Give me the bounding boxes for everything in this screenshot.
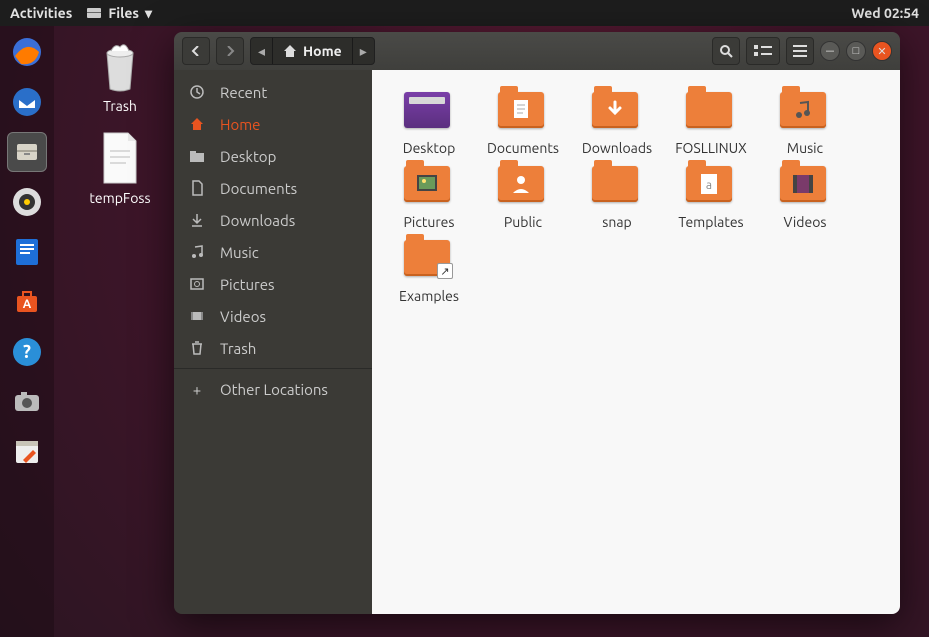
- top-panel: Activities Files ▾ Wed 02:54: [0, 0, 929, 26]
- folder-icon: [780, 166, 826, 202]
- vid-icon: [188, 308, 206, 324]
- titlebar[interactable]: ◂ Home ▸ － □ ✕: [174, 32, 900, 70]
- dock-screenshot[interactable]: [7, 382, 47, 422]
- sidebar-item-videos[interactable]: Videos: [174, 300, 372, 332]
- doc-icon: [188, 180, 206, 196]
- sidebar-item-downloads[interactable]: Downloads: [174, 204, 372, 236]
- dock-rhythmbox[interactable]: [7, 182, 47, 222]
- close-button[interactable]: ✕: [872, 41, 892, 61]
- folder-icon: a: [686, 166, 732, 202]
- dock-firefox[interactable]: [7, 32, 47, 72]
- search-button[interactable]: [712, 37, 740, 65]
- maximize-button[interactable]: □: [846, 41, 866, 61]
- dock-thunderbird[interactable]: [7, 82, 47, 122]
- dock-editor[interactable]: [7, 432, 47, 472]
- desktop-area: Trash tempFoss: [70, 38, 170, 206]
- folder-music[interactable]: Music: [758, 86, 852, 156]
- sidebar-item-home[interactable]: Home: [174, 108, 372, 140]
- folder-documents[interactable]: Documents: [476, 86, 570, 156]
- down-icon: [188, 212, 206, 228]
- path-bar[interactable]: ◂ Home ▸: [250, 37, 375, 65]
- sidebar-item-desktop[interactable]: Desktop: [174, 140, 372, 172]
- dock-help[interactable]: ?: [7, 332, 47, 372]
- clock[interactable]: Wed 02:54: [851, 5, 919, 21]
- path-prev-icon[interactable]: ◂: [251, 38, 272, 64]
- files-menu[interactable]: Files ▾: [86, 5, 152, 22]
- folder-templates[interactable]: aTemplates: [664, 160, 758, 230]
- shortcut-badge-icon: ↗: [437, 263, 453, 279]
- dock-writer[interactable]: [7, 232, 47, 272]
- path-home[interactable]: Home: [272, 38, 352, 64]
- folder-downloads[interactable]: Downloads: [570, 86, 664, 156]
- pic-icon: [188, 276, 206, 292]
- sidebar-item-trash[interactable]: Trash: [174, 332, 372, 364]
- svg-text:A: A: [23, 298, 32, 311]
- files-window: ◂ Home ▸ － □ ✕ RecentHomeDesktopDocument…: [174, 32, 900, 614]
- folder-fosllinux[interactable]: FOSLLINUX: [664, 86, 758, 156]
- folder-icon: [592, 92, 638, 128]
- drawer-icon: [86, 5, 102, 21]
- hamburger-menu-button[interactable]: [786, 37, 814, 65]
- path-next-icon[interactable]: ▸: [352, 38, 374, 64]
- folder-icon: [498, 92, 544, 128]
- folder-videos[interactable]: Videos: [758, 160, 852, 230]
- folder-icon: ↗: [404, 240, 450, 276]
- back-button[interactable]: [182, 37, 210, 65]
- desktop-folder-icon: [404, 92, 450, 128]
- svg-text:a: a: [706, 179, 712, 192]
- home-icon: [283, 44, 297, 58]
- folder-icon: [780, 92, 826, 128]
- folder-snap[interactable]: snap: [570, 160, 664, 230]
- clock-icon: [188, 84, 206, 100]
- sidebar-item-recent[interactable]: Recent: [174, 76, 372, 108]
- chevron-down-icon: ▾: [145, 5, 152, 22]
- svg-text:?: ?: [23, 342, 31, 362]
- trash-icon: [188, 340, 206, 356]
- sidebar-item-pictures[interactable]: Pictures: [174, 268, 372, 300]
- sidebar-other-locations[interactable]: + Other Locations: [174, 373, 372, 405]
- folder-icon: [592, 166, 638, 202]
- dock: A ?: [0, 26, 54, 637]
- desktop-tempfoss[interactable]: tempFoss: [70, 130, 170, 206]
- folder-icon: [498, 166, 544, 202]
- text-file-icon: [98, 131, 142, 185]
- folder-examples[interactable]: ↗Examples: [382, 234, 476, 304]
- activities-button[interactable]: Activities: [10, 5, 72, 21]
- plus-icon: +: [188, 381, 206, 398]
- folder-public[interactable]: Public: [476, 160, 570, 230]
- dock-software[interactable]: A: [7, 282, 47, 322]
- folder-pictures[interactable]: Pictures: [382, 160, 476, 230]
- view-toggle-button[interactable]: [746, 37, 780, 65]
- folder-desktop[interactable]: Desktop: [382, 86, 476, 156]
- folder-icon: [404, 166, 450, 202]
- content-area[interactable]: DesktopDocumentsDownloadsFOSLLINUXMusic P…: [372, 70, 900, 614]
- dock-files[interactable]: [7, 132, 47, 172]
- music-icon: [188, 244, 206, 260]
- minimize-button[interactable]: －: [820, 41, 840, 61]
- folder-icon: [686, 92, 732, 128]
- home-icon: [188, 116, 206, 132]
- desktop-trash[interactable]: Trash: [70, 38, 170, 114]
- sidebar-item-music[interactable]: Music: [174, 236, 372, 268]
- trash-full-icon: [95, 39, 145, 93]
- sidebar-item-documents[interactable]: Documents: [174, 172, 372, 204]
- forward-button[interactable]: [216, 37, 244, 65]
- sidebar: RecentHomeDesktopDocumentsDownloadsMusic…: [174, 70, 372, 614]
- folder-icon: [188, 148, 206, 164]
